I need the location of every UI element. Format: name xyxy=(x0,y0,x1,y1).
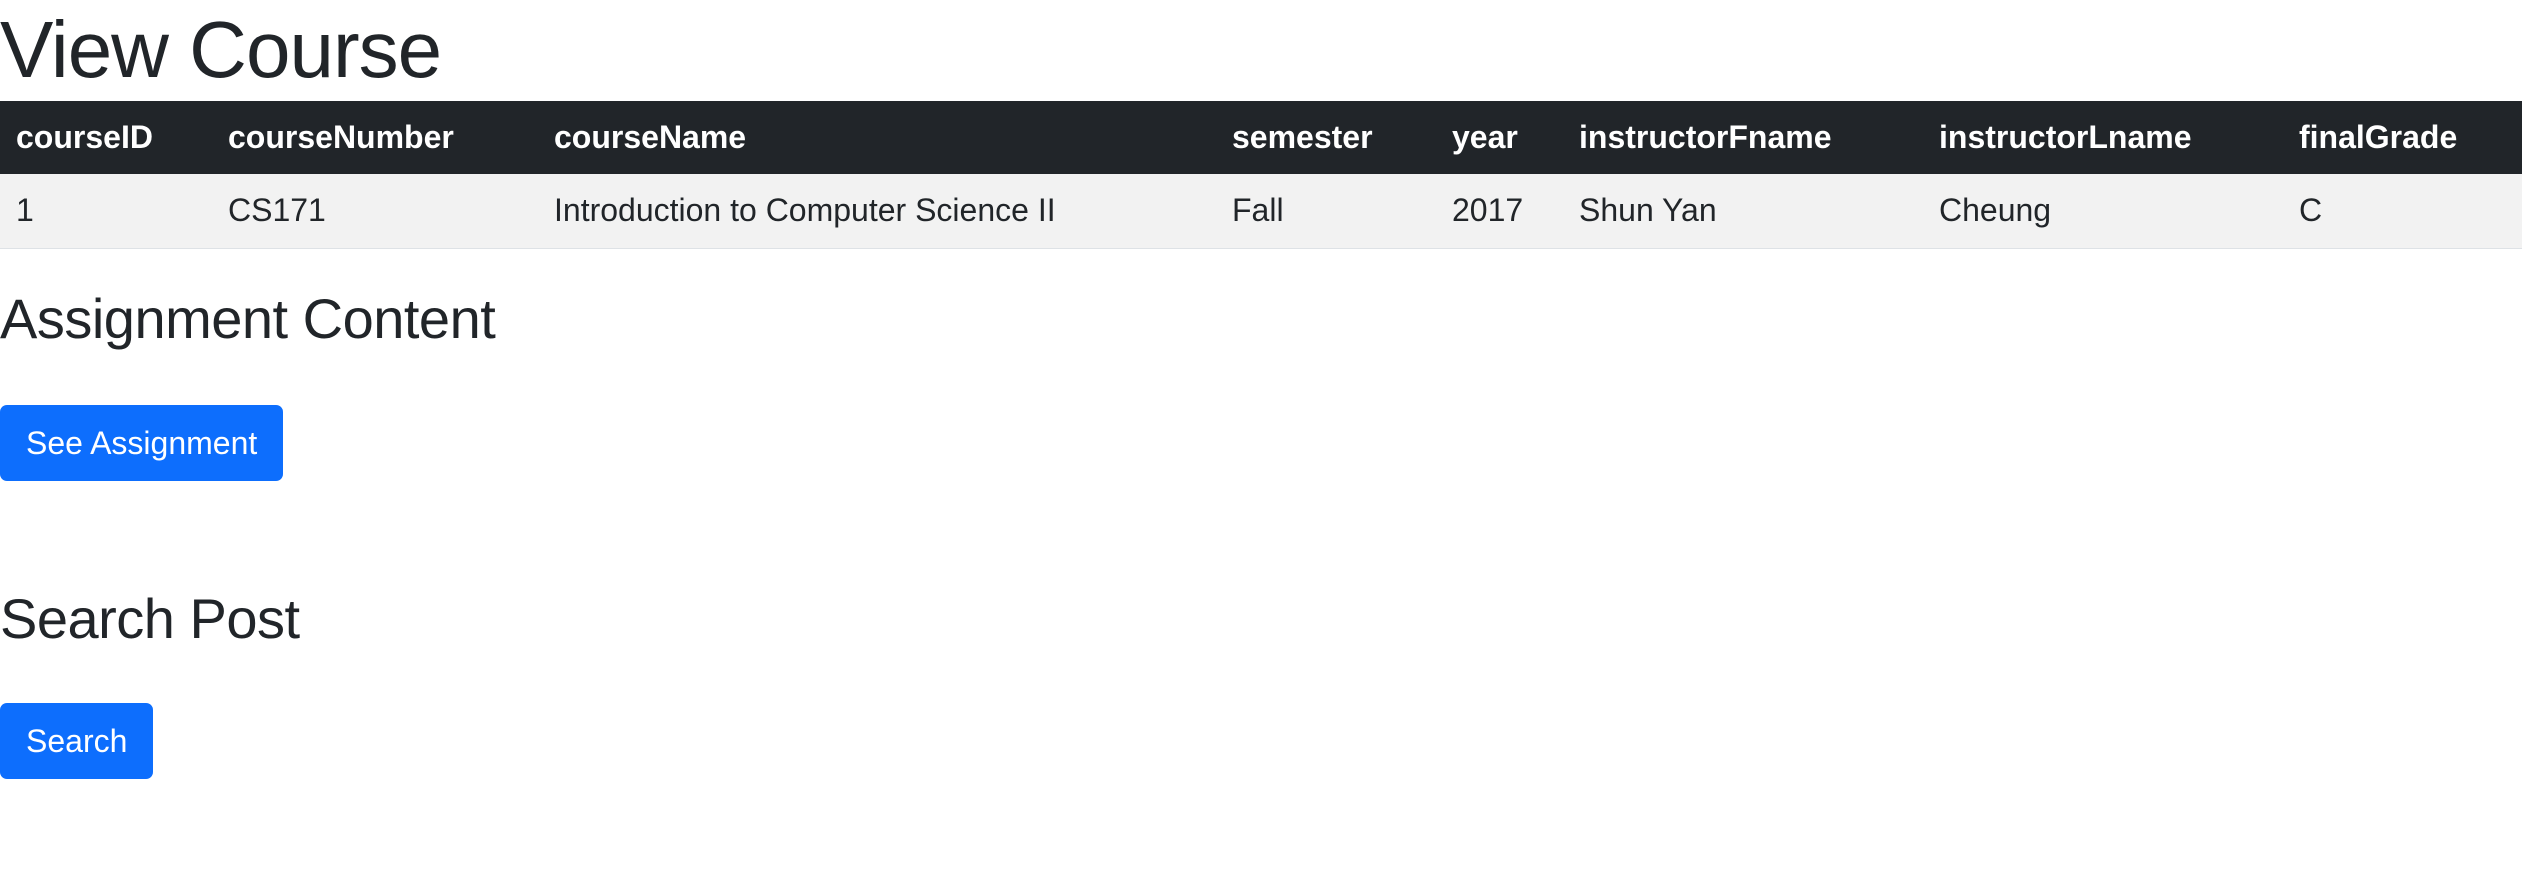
course-table: courseID courseNumber courseName semeste… xyxy=(0,101,2522,249)
cell-semester: Fall xyxy=(1216,174,1436,249)
search-post-heading: Search Post xyxy=(0,586,300,650)
cell-course-id: 1 xyxy=(0,174,212,249)
header-semester: semester xyxy=(1216,101,1436,174)
cell-instructor-lname: Cheung xyxy=(1923,174,2283,249)
search-button[interactable]: Search xyxy=(0,702,154,779)
search-section: Search Post Search xyxy=(0,481,2522,779)
cell-final-grade: C xyxy=(2283,174,2522,249)
table-header-row: courseID courseNumber courseName semeste… xyxy=(0,101,2522,174)
header-year: year xyxy=(1436,101,1563,174)
header-final-grade: finalGrade xyxy=(2283,101,2522,174)
cell-course-number: CS171 xyxy=(212,174,538,249)
cell-year: 2017 xyxy=(1436,174,1563,249)
page-title: View Course xyxy=(0,5,442,94)
table-row: 1 CS171 Introduction to Computer Science… xyxy=(0,174,2522,249)
header-course-number: courseNumber xyxy=(212,101,538,174)
header-instructor-fname: instructorFname xyxy=(1563,101,1923,174)
see-assignment-button[interactable]: See Assignment xyxy=(0,404,284,481)
cell-instructor-fname: Shun Yan xyxy=(1563,174,1923,249)
cell-course-name: Introduction to Computer Science II xyxy=(538,174,1216,249)
assignment-content-heading: Assignment Content xyxy=(0,286,496,350)
header-instructor-lname: instructorLname xyxy=(1923,101,2283,174)
header-course-id: courseID xyxy=(0,101,212,174)
assignment-button-container: See Assignment xyxy=(0,404,2522,481)
header-course-name: courseName xyxy=(538,101,1216,174)
